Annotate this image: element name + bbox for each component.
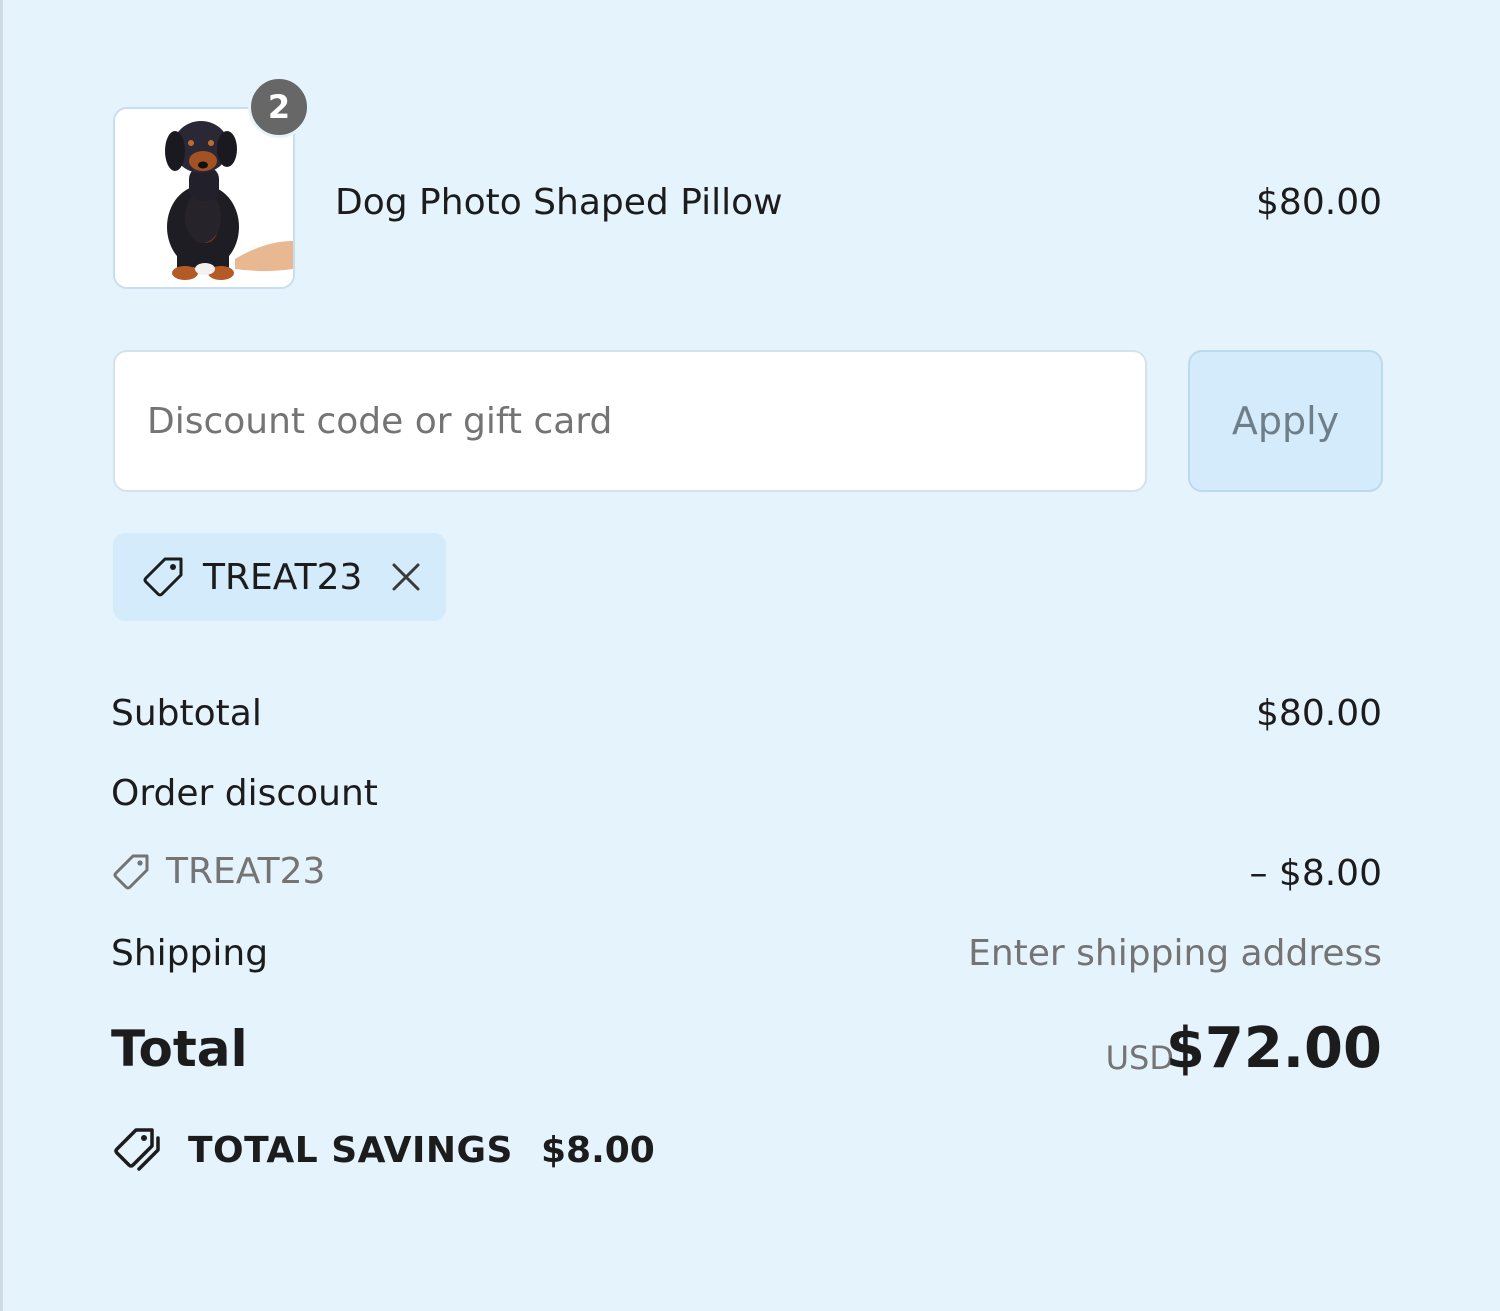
total-label: Total — [111, 1020, 248, 1078]
tag-icon — [113, 854, 149, 890]
total-savings-label: TOTAL SAVINGS — [188, 1129, 513, 1171]
savings-tag-icon — [114, 1128, 160, 1171]
apply-button[interactable]: Apply — [1188, 350, 1383, 492]
total-savings-amount: $8.00 — [540, 1129, 655, 1171]
subtotal-label: Subtotal — [111, 693, 262, 734]
order-discount-label: Order discount — [111, 773, 378, 814]
order-discount-code: TREAT23 — [166, 851, 326, 892]
close-icon — [392, 563, 420, 591]
total-amount: $72.00 — [1165, 1016, 1382, 1081]
panel-border — [0, 0, 3, 1311]
shipping-label: Shipping — [111, 933, 269, 974]
product-name: Dog Photo Shaped Pillow — [335, 182, 783, 223]
subtotal-value: $80.00 — [1256, 693, 1382, 734]
shipping-value: Enter shipping address — [968, 933, 1382, 974]
applied-discount-chip: TREAT23 — [113, 533, 446, 621]
remove-discount-button[interactable] — [388, 559, 424, 595]
product-price: $80.00 — [1256, 182, 1382, 223]
applied-code-label: TREAT23 — [203, 556, 363, 598]
tag-icon — [143, 557, 183, 597]
order-discount-value: – $8.00 — [1249, 853, 1382, 894]
quantity-badge: 2 — [248, 76, 310, 138]
order-discount-code-row: TREAT23 — [112, 850, 325, 894]
total-savings-row: TOTAL SAVINGS $8.00 — [112, 1124, 655, 1176]
discount-code-input[interactable] — [113, 350, 1147, 492]
total-currency: USD — [1105, 1039, 1174, 1077]
